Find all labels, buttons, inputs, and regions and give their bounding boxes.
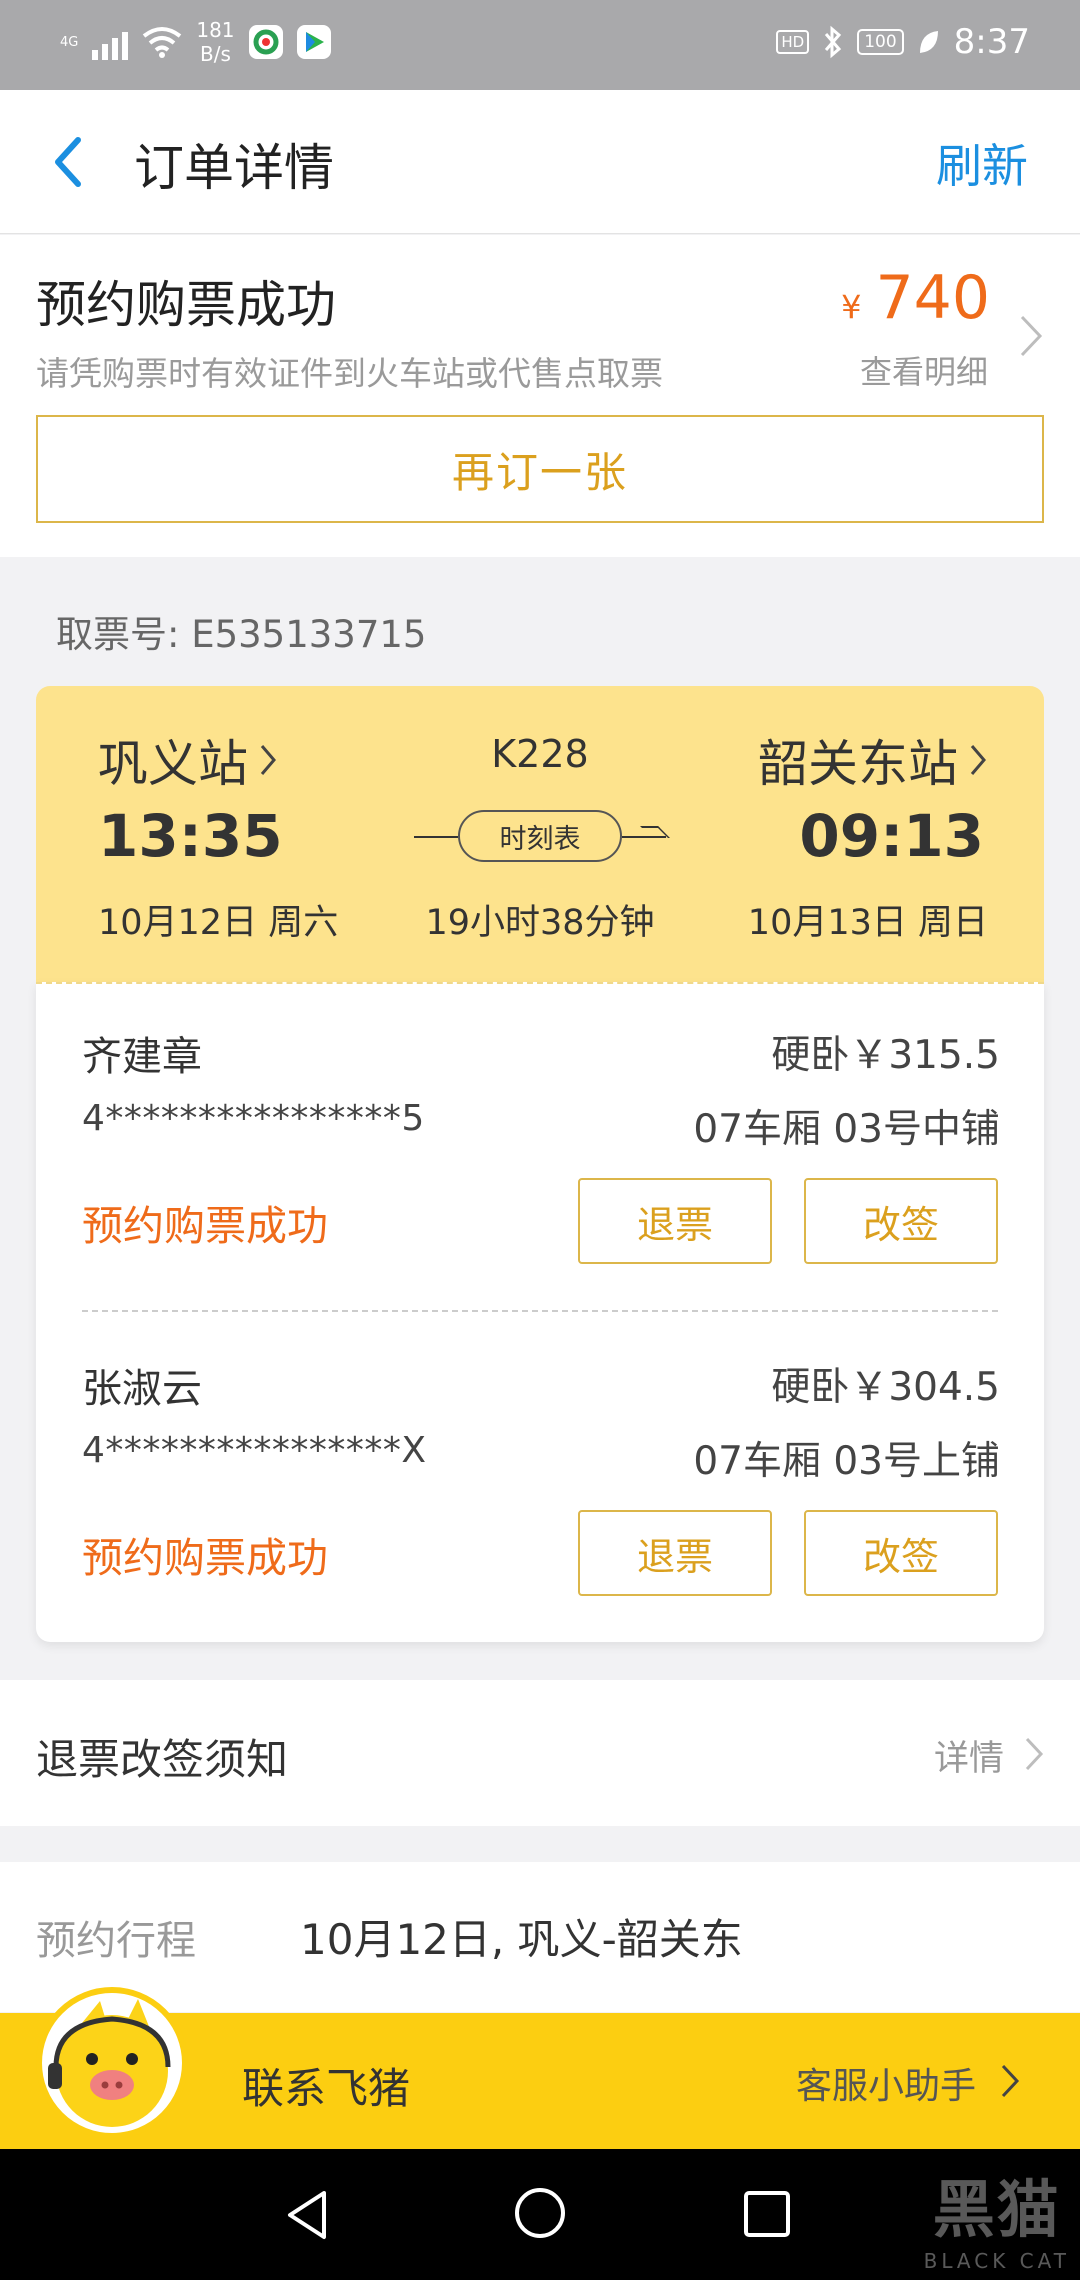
arrival-time: 09:13 (799, 802, 984, 870)
chevron-right-icon (1025, 1737, 1044, 1771)
id-number: 4****************5 (82, 1098, 425, 1139)
system-nav-bar: 黑猫 BLACK CAT (0, 2149, 1080, 2280)
seat-price: 硬卧￥315.5 (771, 1033, 1000, 1078)
status-right: HD 100 8:37 (776, 22, 1030, 62)
back-arrow-icon[interactable] (44, 132, 94, 192)
passenger-list: 齐建章 硬卧￥315.5 4****************5 07车厢 03号… (36, 982, 1044, 1642)
contact-fliggy-label: 联系飞猪 (242, 2064, 411, 2113)
nav-home-icon[interactable] (512, 2185, 568, 2241)
refund-button[interactable]: 退票 (578, 1510, 772, 1596)
arrival-station-name: 韶关东站 (758, 735, 958, 793)
ticket-number: 取票号: E535133715 (56, 613, 427, 656)
wifi-icon (143, 27, 182, 58)
order-status: 预约购票成功 (36, 276, 336, 334)
ticket-status: 预约购票成功 (82, 1534, 328, 1582)
seat-price: 硬卧￥304.5 (771, 1365, 1000, 1410)
customer-service-link[interactable]: 客服小助手 (796, 2057, 976, 2109)
refund-button[interactable]: 退票 (578, 1178, 772, 1264)
clock: 8:37 (953, 22, 1030, 62)
network-type: 4G (60, 34, 79, 50)
watermark-logo: 黑猫 BLACK CAT (924, 2159, 1070, 2273)
nav-recent-apps-icon[interactable] (742, 2189, 792, 2239)
itinerary-label: 预约行程 (36, 1918, 196, 1964)
price-value: 740 (875, 263, 990, 333)
watermark-subtext: BLACK CAT (923, 2249, 1070, 2273)
itinerary-value: 10月12日, 巩义-韶关东 (300, 1915, 743, 1964)
signal-icon (92, 24, 129, 60)
status-bar: 4G 181 B/s HD 100 8:37 (0, 0, 1080, 90)
bluetooth-icon (825, 25, 842, 59)
id-number: 4****************X (82, 1430, 427, 1471)
passenger-name: 张淑云 (82, 1366, 202, 1412)
change-ticket-button[interactable]: 改签 (804, 1178, 998, 1264)
speed-value: 181 (196, 18, 235, 42)
rebook-button[interactable]: 再订一张 (36, 415, 1044, 523)
nav-back-icon[interactable] (280, 2187, 336, 2243)
total-price[interactable]: ¥ 740 (841, 263, 990, 333)
battery-icon: 100 (857, 29, 904, 55)
fliggy-mascot-avatar (36, 1987, 188, 2139)
app-header: 订单详情 刷新 (0, 90, 1080, 234)
divider (82, 1310, 998, 1312)
refund-change-notice[interactable]: 退票改签须知 详情 (0, 1680, 1080, 1826)
timetable-button[interactable]: 时刻表 (458, 810, 622, 862)
train-info-card: 巩义站 K228 韶关东站 13:35 09:13 时刻表 10月12日 周六 … (36, 686, 1044, 986)
view-detail-link[interactable]: 查看明细 (860, 347, 988, 393)
chevron-right-icon[interactable] (1018, 313, 1044, 359)
seat-info: 07车厢 03号中铺 (693, 1107, 1000, 1152)
notice-title: 退票改签须知 (36, 1735, 289, 1784)
order-summary: 预约购票成功 请凭购票时有效证件到火车站或代售点取票 ¥ 740 查看明细 再订… (0, 235, 1080, 557)
route-line-left (414, 836, 458, 838)
refresh-button[interactable]: 刷新 (936, 130, 1028, 196)
leaf-icon (919, 31, 938, 53)
speed-unit: B/s (200, 42, 231, 66)
chevron-right-icon (970, 745, 986, 775)
status-left: 4G 181 B/s (60, 18, 331, 66)
video-app-icon (296, 25, 331, 59)
arrival-date: 10月13日 周日 (747, 903, 988, 943)
notice-detail-link[interactable]: 详情 (934, 1730, 1004, 1781)
hd-icon: HD (776, 30, 810, 54)
chevron-right-icon (1001, 2064, 1020, 2098)
passenger-name: 齐建章 (82, 1034, 202, 1080)
network-speed: 181 B/s (196, 18, 234, 66)
seat-info: 07车厢 03号上铺 (693, 1439, 1000, 1484)
arrival-station[interactable]: 韶关东站 (758, 724, 988, 796)
currency-symbol: ¥ (841, 288, 862, 326)
passenger-item: 张淑云 硬卧￥304.5 4****************X 07车厢 03号… (36, 1314, 1044, 1644)
app-notification-icon (248, 25, 283, 59)
ticket-status: 预约购票成功 (82, 1202, 328, 1250)
booking-itinerary: 预约行程 10月12日, 巩义-韶关东 (0, 1862, 1080, 2012)
page-title: 订单详情 (134, 139, 334, 197)
change-ticket-button[interactable]: 改签 (804, 1510, 998, 1596)
contact-bar[interactable]: 联系飞猪 客服小助手 (0, 1987, 1080, 2149)
pickup-hint: 请凭购票时有效证件到火车站或代售点取票 (36, 354, 663, 393)
watermark-text: 黑猫 (932, 2173, 1061, 2246)
departure-time: 13:35 (98, 802, 283, 870)
passenger-item: 齐建章 硬卧￥315.5 4****************5 07车厢 03号… (36, 982, 1044, 1312)
